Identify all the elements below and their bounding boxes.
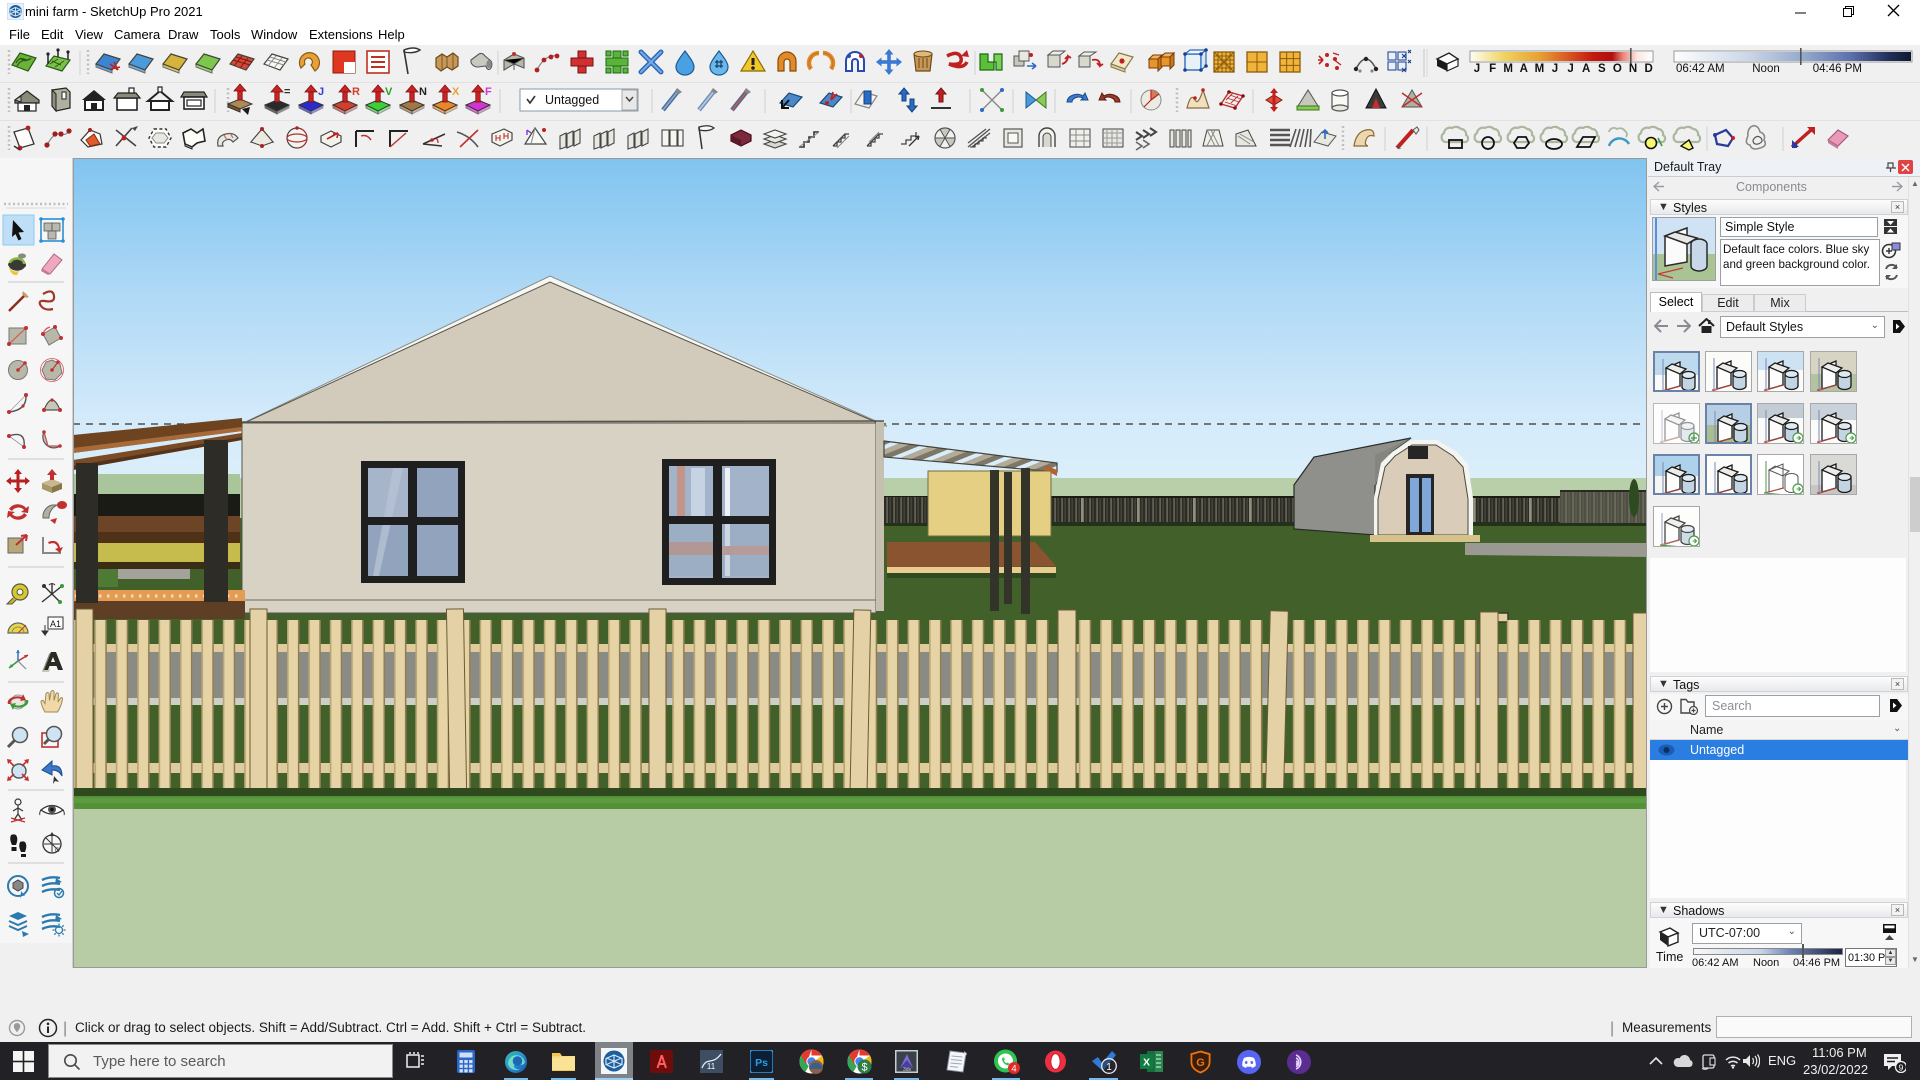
svg-text:Untagged: Untagged [545, 93, 599, 107]
svg-text:G: G [55, 848, 60, 854]
svg-text:11: 11 [707, 1062, 716, 1071]
svg-text:06:42 AM: 06:42 AM [1676, 63, 1725, 75]
svg-text:9: 9 [1899, 1063, 1904, 1073]
svg-text:S: S [1598, 63, 1606, 75]
svg-text:O: O [1613, 63, 1622, 75]
svg-text:G: G [1196, 1057, 1205, 1069]
svg-text:F: F [1489, 63, 1496, 75]
svg-text:A: A [1520, 63, 1528, 75]
svg-text:F: F [485, 86, 492, 98]
svg-text:X: X [452, 86, 460, 98]
svg-text:Ps: Ps [755, 1057, 768, 1069]
svg-text:A: A [1582, 63, 1590, 75]
svg-text:R: R [352, 86, 360, 98]
svg-text:M: M [1503, 63, 1513, 75]
svg-text:3ds: 3ds [903, 1067, 912, 1073]
svg-text:J: J [1474, 63, 1480, 75]
svg-text:4: 4 [1011, 1064, 1016, 1075]
svg-text:X: X [1143, 1057, 1150, 1069]
svg-text:1: 1 [1106, 1062, 1112, 1073]
svg-text:J: J [1552, 63, 1558, 75]
svg-text:=: = [284, 86, 290, 98]
svg-text:N: N [1629, 63, 1637, 75]
svg-text:J: J [318, 86, 324, 98]
svg-text:M: M [1535, 63, 1545, 75]
svg-text:$: $ [861, 1062, 867, 1074]
svg-text:04:46 PM: 04:46 PM [1813, 63, 1862, 75]
svg-text:A1: A1 [50, 619, 61, 629]
svg-text:D: D [1644, 63, 1652, 75]
svg-text:V: V [385, 86, 393, 98]
svg-text:N: N [419, 86, 427, 98]
svg-text:J: J [1567, 63, 1573, 75]
svg-text:Noon: Noon [1752, 63, 1780, 75]
